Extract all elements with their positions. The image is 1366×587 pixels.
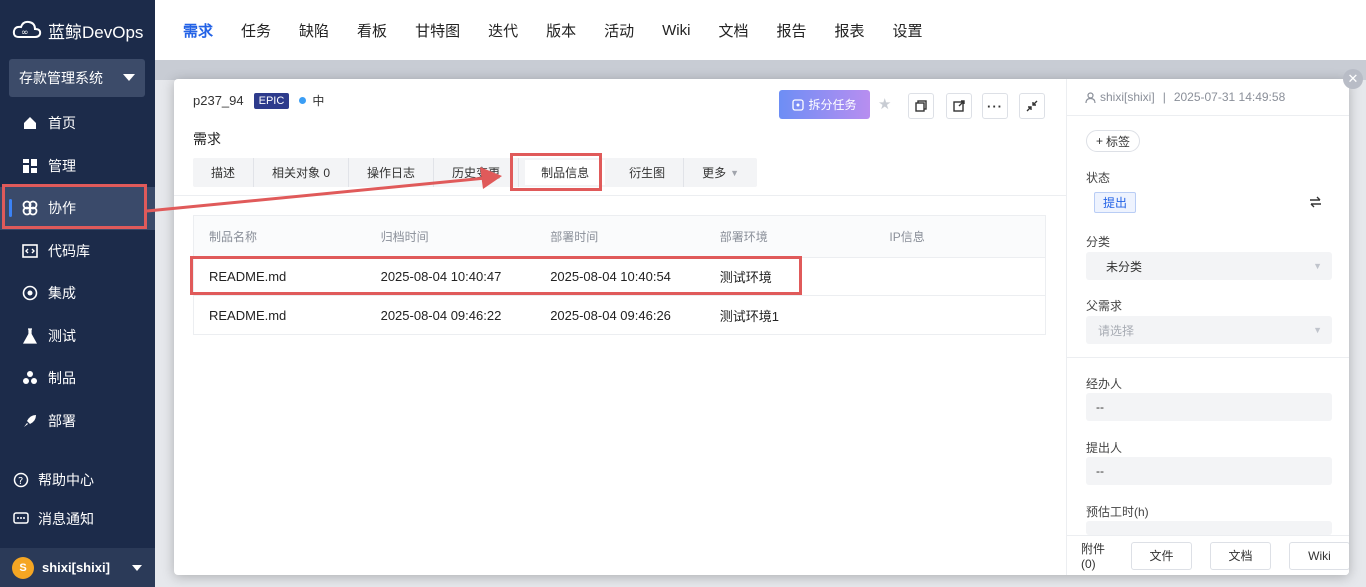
annotation-arrow-icon bbox=[146, 167, 502, 213]
